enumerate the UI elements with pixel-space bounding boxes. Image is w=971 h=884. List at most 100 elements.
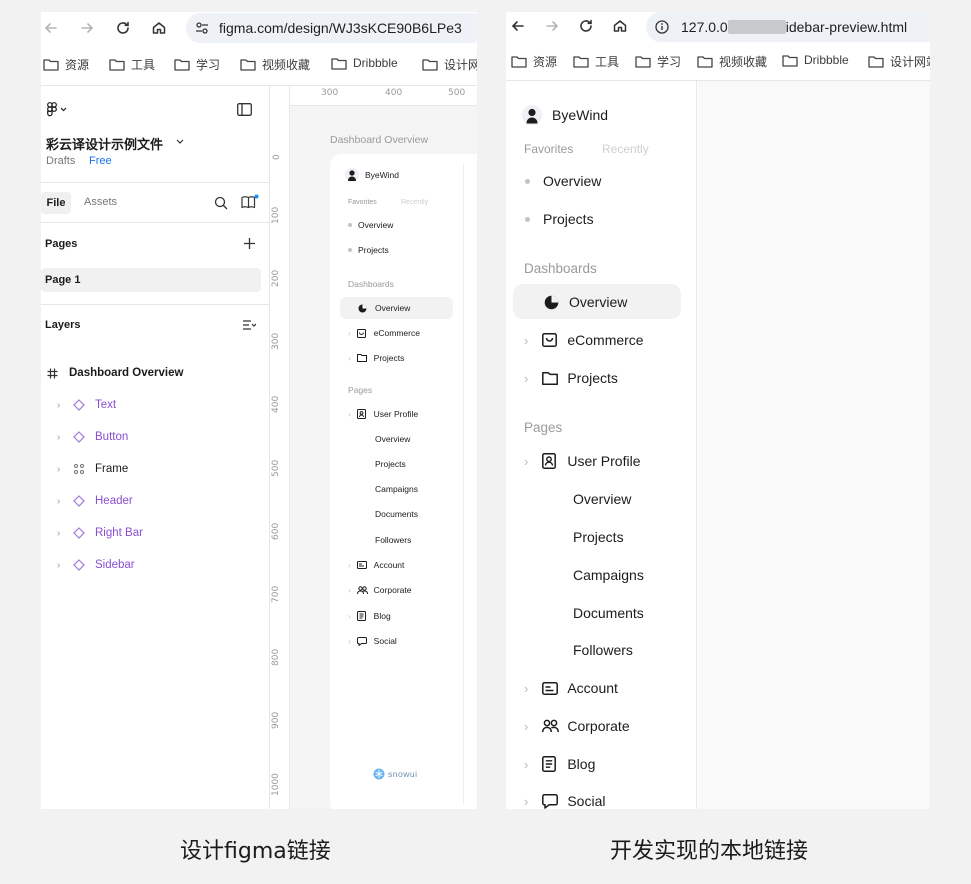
chevron-down-icon[interactable] <box>176 139 184 145</box>
frame-layer[interactable]: Dashboard Overview <box>41 362 269 384</box>
bookmark-item[interactable]: 设计网 <box>422 56 477 73</box>
collapse-layers-icon[interactable] <box>242 319 256 331</box>
dashboard-item-projects[interactable]: › Projects <box>506 360 696 396</box>
forward-arrow-icon[interactable] <box>542 16 562 36</box>
layer-item-header[interactable]: › Header <box>41 489 269 513</box>
forward-arrow-icon[interactable] <box>77 18 97 38</box>
chevron-right-icon[interactable]: › <box>57 528 67 539</box>
canvas-frame-label[interactable]: Dashboard Overview <box>330 134 428 146</box>
chevron-right-icon[interactable]: › <box>524 454 528 469</box>
url-prefix[interactable]: 127.0.0 <box>681 19 728 35</box>
bookmark-item[interactable]: 学习 <box>635 53 681 70</box>
ruler-tick-label: 100 <box>271 206 281 224</box>
page-list-item[interactable]: Page 1 <box>41 268 261 292</box>
chevron-right-icon[interactable]: › <box>57 464 67 475</box>
chevron-right-icon[interactable]: › <box>524 681 528 696</box>
bookmark-label: 设计网站 <box>890 55 930 69</box>
profile-child-item[interactable]: Followers <box>506 632 696 668</box>
favorite-label: Overview <box>543 173 602 189</box>
page-item-social[interactable]: › Social <box>506 783 696 809</box>
favorite-item-projects[interactable]: Projects <box>506 201 696 237</box>
page-item-blog[interactable]: › Blog <box>506 746 696 782</box>
favorite-label: Projects <box>543 211 594 227</box>
chevron-right-icon[interactable]: › <box>57 496 67 507</box>
favorite-item-overview[interactable]: Overview <box>506 163 696 199</box>
ruler-tick-label: 300 <box>271 332 281 350</box>
search-icon[interactable] <box>214 196 228 210</box>
url-suffix[interactable]: idebar-preview.html <box>786 19 907 35</box>
figma-canvas[interactable]: 300 400 500 0 100 200 300 400 500 600 70… <box>270 86 477 809</box>
back-arrow-icon[interactable] <box>41 18 61 38</box>
page-item-account[interactable]: › Account <box>506 670 696 706</box>
profile-child-item[interactable]: Campaigns <box>506 557 696 593</box>
profile-child-item[interactable]: Projects <box>506 519 696 555</box>
profile-child-item: Followers <box>330 530 464 550</box>
bookmark-item[interactable]: 工具 <box>109 56 155 73</box>
bookmark-item[interactable]: 资源 <box>511 53 557 70</box>
bookmark-label: 资源 <box>533 55 558 69</box>
child-label: Overview <box>573 491 632 507</box>
toggle-panel-icon[interactable] <box>237 103 252 116</box>
bookmark-item[interactable]: 视频收藏 <box>240 56 310 73</box>
bookmark-item[interactable]: 资源 <box>43 56 89 73</box>
brand-name: ByeWind <box>365 170 400 180</box>
page-label: Blog <box>567 756 596 772</box>
component-diamond-icon <box>73 431 89 443</box>
dashboard-frame-preview[interactable]: ByeWind Favorites Recently Overview Proj… <box>330 154 477 809</box>
caption-local: 开发实现的本地链接 <box>610 839 809 864</box>
layer-item-button[interactable]: › Button <box>41 425 269 449</box>
reload-icon[interactable] <box>576 16 596 36</box>
folder-icon <box>542 371 559 385</box>
dashboard-item-projects: › Projects <box>348 353 405 363</box>
profile-child-item[interactable]: Overview <box>506 481 696 517</box>
chevron-right-icon[interactable]: › <box>57 560 67 571</box>
address-bar[interactable]: figma.com/design/WJ3sKCE90B6LPe3 <box>186 13 477 43</box>
url-text[interactable]: figma.com/design/WJ3sKCE90B6LPe3 <box>219 20 462 36</box>
tab-assets[interactable]: Assets <box>84 196 117 208</box>
bookmark-label: 设计网 <box>444 58 477 72</box>
bookmark-item[interactable]: Dribbble <box>331 56 398 70</box>
page-item-user-profile[interactable]: › User Profile <box>506 443 696 479</box>
chevron-right-icon[interactable]: › <box>57 432 67 443</box>
dashboard-item-overview[interactable]: Overview <box>506 284 696 320</box>
bookmark-item[interactable]: 视频收藏 <box>697 53 767 70</box>
chevron-right-icon[interactable]: › <box>524 757 528 772</box>
home-icon[interactable] <box>149 18 169 38</box>
bookmark-label: 学习 <box>657 55 682 69</box>
chevron-right-icon[interactable]: › <box>57 400 67 411</box>
folder-icon <box>240 58 256 71</box>
chat-bubble-icon <box>356 636 367 646</box>
info-icon[interactable] <box>655 20 669 34</box>
home-icon[interactable] <box>610 16 630 36</box>
tab-favorites[interactable]: Favorites <box>524 142 573 156</box>
bookmark-item[interactable]: 学习 <box>174 56 220 73</box>
back-arrow-icon[interactable] <box>508 16 528 36</box>
chevron-right-icon[interactable]: › <box>524 719 528 734</box>
library-book-icon[interactable] <box>241 194 259 210</box>
bookmark-item[interactable]: 工具 <box>573 53 619 70</box>
dashboard-item-ecommerce[interactable]: › eCommerce <box>506 322 696 358</box>
page-item-corporate[interactable]: › Corporate <box>506 708 696 744</box>
address-bar[interactable]: 127.0.0 idebar-preview.html <box>646 12 930 42</box>
tab-recently[interactable]: Recently <box>602 142 649 156</box>
layer-item-text[interactable]: › Text <box>41 393 269 417</box>
chevron-right-icon[interactable]: › <box>524 371 528 386</box>
folder-icon <box>635 55 651 68</box>
bookmark-item[interactable]: 设计网站 <box>868 53 930 70</box>
tab-file[interactable]: File <box>41 192 71 214</box>
layer-item-sidebar[interactable]: › Sidebar <box>41 553 269 577</box>
bookmark-item[interactable]: Dribbble <box>782 53 849 67</box>
figma-logo-icon[interactable] <box>47 102 67 117</box>
profile-child-item[interactable]: Documents <box>506 595 696 631</box>
file-title[interactable]: 彩云译设计示例文件 <box>46 134 163 153</box>
site-settings-icon[interactable] <box>195 21 209 35</box>
brand-row[interactable]: ByeWind <box>522 105 608 125</box>
layer-item-right-bar[interactable]: › Right Bar <box>41 521 269 545</box>
id-card-icon <box>542 681 559 695</box>
chevron-right-icon[interactable]: › <box>524 333 528 348</box>
chevron-right-icon[interactable]: › <box>524 794 528 809</box>
add-page-icon[interactable] <box>243 237 256 250</box>
page-label: Corporate <box>567 718 630 734</box>
layer-item-frame[interactable]: › Frame <box>41 457 269 481</box>
reload-icon[interactable] <box>113 18 133 38</box>
